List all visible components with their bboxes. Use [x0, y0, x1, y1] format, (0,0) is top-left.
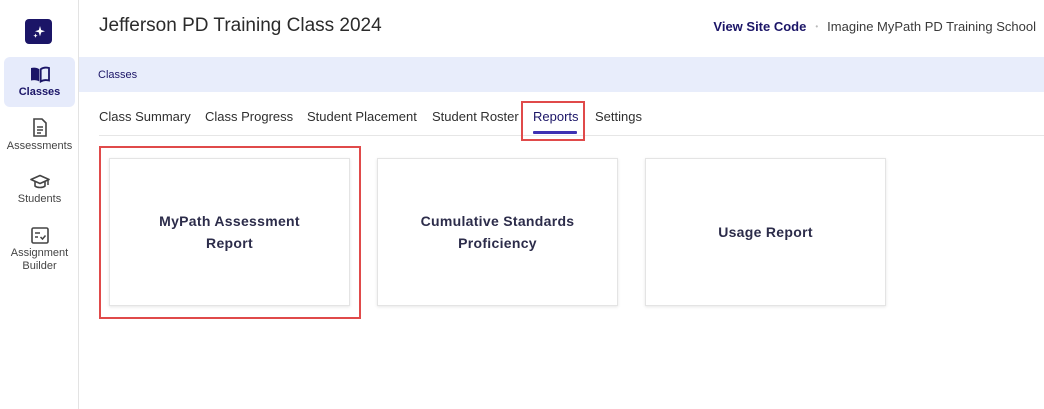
sparkle-icon	[32, 25, 45, 38]
breadcrumb-item-classes[interactable]: Classes	[98, 69, 137, 81]
sidebar-item-label: Assessments	[6, 140, 73, 152]
view-site-code-link[interactable]: View Site Code	[713, 19, 806, 34]
tab-student-roster[interactable]: Student Roster	[432, 109, 519, 124]
book-open-icon	[30, 66, 50, 83]
tab-class-progress[interactable]: Class Progress	[205, 109, 293, 124]
sidebar-item-students[interactable]: Students	[4, 174, 75, 206]
sidebar-item-assignment-builder[interactable]: Assignment Builder	[4, 227, 75, 273]
assessment-report-card-highlight	[99, 146, 361, 319]
reports-tab-highlight	[521, 101, 585, 141]
tab-settings[interactable]: Settings	[595, 109, 642, 124]
sidebar-item-assessments[interactable]: Assessments	[4, 118, 75, 153]
app-logo[interactable]	[25, 19, 52, 44]
sidebar-item-classes[interactable]: Classes	[4, 57, 75, 107]
sidebar-item-label: Classes	[18, 85, 61, 98]
checklist-icon	[30, 227, 49, 244]
sidebar-item-label: Assignment Builder	[10, 247, 69, 272]
page-title: Jefferson PD Training Class 2024	[99, 15, 382, 36]
sidebar: Classes Assessments Students Assignment …	[0, 0, 79, 409]
tab-class-summary[interactable]: Class Summary	[99, 109, 191, 124]
document-icon	[32, 118, 47, 137]
header-meta: View Site Code • Imagine MyPath PD Train…	[713, 19, 1036, 34]
school-name: Imagine MyPath PD Training School	[827, 19, 1036, 34]
breadcrumb: Classes	[79, 57, 1044, 92]
card-title: Cumulative Standards Proficiency	[420, 213, 575, 251]
graduation-cap-icon	[29, 174, 50, 189]
sidebar-item-label: Students	[17, 193, 62, 205]
separator-dot: •	[815, 22, 819, 31]
usage-report-card[interactable]: Usage Report	[645, 158, 886, 306]
tab-student-placement[interactable]: Student Placement	[307, 109, 417, 124]
card-title: Usage Report	[718, 224, 813, 240]
cumulative-standards-proficiency-card[interactable]: Cumulative Standards Proficiency	[377, 158, 618, 306]
